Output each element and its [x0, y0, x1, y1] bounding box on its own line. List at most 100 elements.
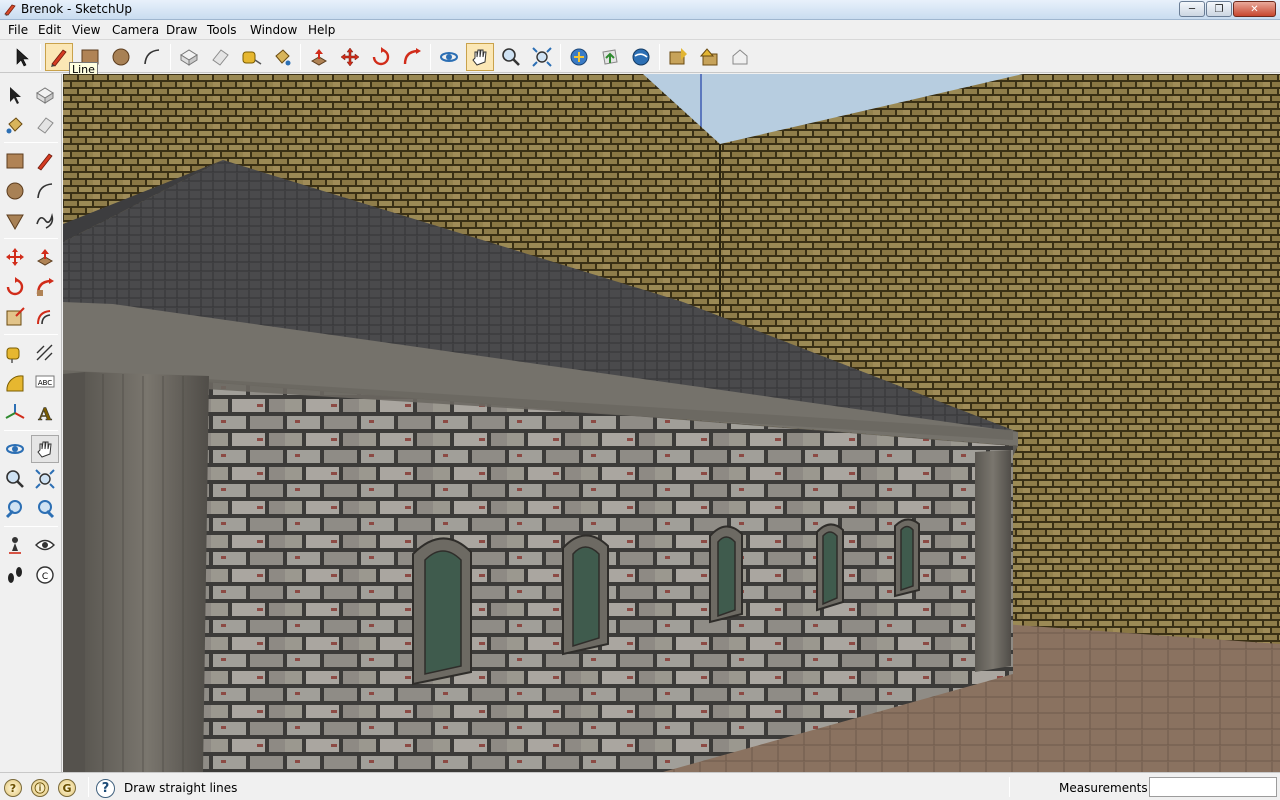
polygon-tool-button[interactable]	[1, 207, 29, 235]
orbit-tool-button[interactable]	[435, 43, 463, 71]
text-icon: ABC	[35, 375, 55, 388]
menu-draw[interactable]: Draw	[166, 23, 197, 37]
zoom-extents-button[interactable]	[528, 43, 556, 71]
make-component-button[interactable]	[31, 81, 59, 109]
axes-tool-button[interactable]	[1, 399, 29, 427]
orbit-icon	[6, 444, 24, 454]
zoom-window-button[interactable]	[31, 465, 59, 493]
line-tool-button[interactable]	[31, 147, 59, 175]
get-current-view-button[interactable]	[664, 43, 692, 71]
rotate-tool-button[interactable]	[367, 43, 395, 71]
get-current-view-icon	[669, 48, 687, 65]
status-hint: Draw straight lines	[124, 781, 238, 795]
pan-tool-button[interactable]	[466, 43, 494, 71]
menu-tools[interactable]: Tools	[207, 23, 237, 37]
move-icon	[340, 47, 360, 67]
push-pull-button[interactable]	[305, 43, 333, 71]
menu-edit[interactable]: Edit	[38, 23, 61, 37]
walk-tool-button[interactable]	[1, 561, 29, 589]
select-tool-button[interactable]	[8, 43, 36, 71]
main-toolbar	[0, 41, 1280, 73]
protractor-tool-button[interactable]	[1, 369, 29, 397]
geo-location-glyph: ?	[9, 781, 17, 795]
zoom-tool-button[interactable]	[497, 43, 525, 71]
get-models-icon	[570, 48, 588, 66]
restore-icon: ❐	[1214, 3, 1224, 15]
user-icon[interactable]: G	[58, 779, 76, 797]
rotate-tool-button[interactable]	[1, 273, 29, 301]
polygon-icon	[6, 214, 24, 231]
google-earth-icon	[632, 48, 650, 66]
select-icon	[16, 48, 29, 67]
line-icon	[51, 49, 67, 67]
toggle-terrain-button[interactable]	[695, 43, 723, 71]
look-around-button[interactable]	[31, 531, 59, 559]
scale-tool-button[interactable]	[1, 303, 29, 331]
next-view-button[interactable]	[31, 495, 59, 523]
make-component-button[interactable]	[175, 43, 203, 71]
menu-window[interactable]: Window	[250, 23, 297, 37]
zoom-tool-button[interactable]	[1, 465, 29, 493]
pan-icon	[472, 49, 487, 66]
arc-tool-button[interactable]	[138, 43, 166, 71]
share-model-icon	[602, 49, 618, 65]
rotate-icon	[6, 277, 24, 296]
freehand-tool-button[interactable]	[31, 207, 59, 235]
push-pull-icon	[36, 249, 54, 266]
follow-me-button[interactable]	[398, 43, 426, 71]
eraser-tool-button[interactable]	[206, 43, 234, 71]
measurements-input[interactable]	[1149, 777, 1277, 797]
3d-text-glyph: A	[37, 405, 52, 424]
position-camera-button[interactable]	[1, 531, 29, 559]
3d-text-tool-button[interactable]: A	[31, 399, 59, 427]
menu-file[interactable]: File	[8, 23, 28, 37]
pan-tool-button[interactable]	[31, 435, 59, 463]
arc-tool-button[interactable]	[31, 177, 59, 205]
get-models-button[interactable]	[565, 43, 593, 71]
tape-measure-button[interactable]	[1, 339, 29, 367]
share-model-button[interactable]	[596, 43, 624, 71]
arc-icon	[144, 49, 160, 65]
circle-tool-button[interactable]	[107, 43, 135, 71]
walk-icon	[8, 567, 22, 583]
scale-icon	[6, 307, 25, 326]
select-tool-button[interactable]	[1, 81, 29, 109]
paint-bucket-button[interactable]	[1, 111, 29, 139]
tape-measure-button[interactable]	[237, 43, 265, 71]
eraser-icon	[37, 117, 54, 134]
section-plane-icon: C	[36, 566, 54, 584]
zoom-icon	[502, 48, 520, 66]
menu-view[interactable]: View	[72, 23, 100, 37]
place-model-button[interactable]	[726, 43, 754, 71]
menu-help[interactable]: Help	[308, 23, 335, 37]
help-icon[interactable]: ?	[96, 779, 115, 798]
right-pillar	[975, 450, 1011, 672]
section-plane-button[interactable]: C	[31, 561, 59, 589]
move-tool-button[interactable]	[336, 43, 364, 71]
move-tool-button[interactable]	[1, 243, 29, 271]
menu-camera[interactable]: Camera	[112, 23, 159, 37]
paint-bucket-button[interactable]	[268, 43, 296, 71]
eraser-tool-button[interactable]	[31, 111, 59, 139]
text-tool-button[interactable]: ABC	[31, 369, 59, 397]
arched-window	[894, 518, 920, 598]
follow-me-button[interactable]	[31, 273, 59, 301]
offset-tool-button[interactable]	[31, 303, 59, 331]
credits-icon[interactable]: ⓘ	[31, 779, 49, 797]
close-button[interactable]: ✕	[1233, 1, 1276, 17]
push-pull-button[interactable]	[31, 243, 59, 271]
google-earth-button[interactable]	[627, 43, 655, 71]
previous-view-button[interactable]	[1, 495, 29, 523]
dimension-tool-button[interactable]	[31, 339, 59, 367]
minimize-button[interactable]: ─	[1179, 1, 1205, 17]
geo-location-icon[interactable]: ?	[4, 779, 22, 797]
orbit-tool-button[interactable]	[1, 435, 29, 463]
circle-tool-button[interactable]	[1, 177, 29, 205]
sketchup-app-icon	[4, 4, 16, 16]
text-tool-glyph: ABC	[38, 379, 52, 387]
menu-bar: File Edit View Camera Draw Tools Window …	[0, 20, 1280, 40]
rectangle-tool-button[interactable]	[1, 147, 29, 175]
help-glyph: ?	[101, 781, 110, 796]
model-viewport[interactable]	[63, 74, 1280, 772]
maximize-button[interactable]: ❐	[1206, 1, 1232, 17]
